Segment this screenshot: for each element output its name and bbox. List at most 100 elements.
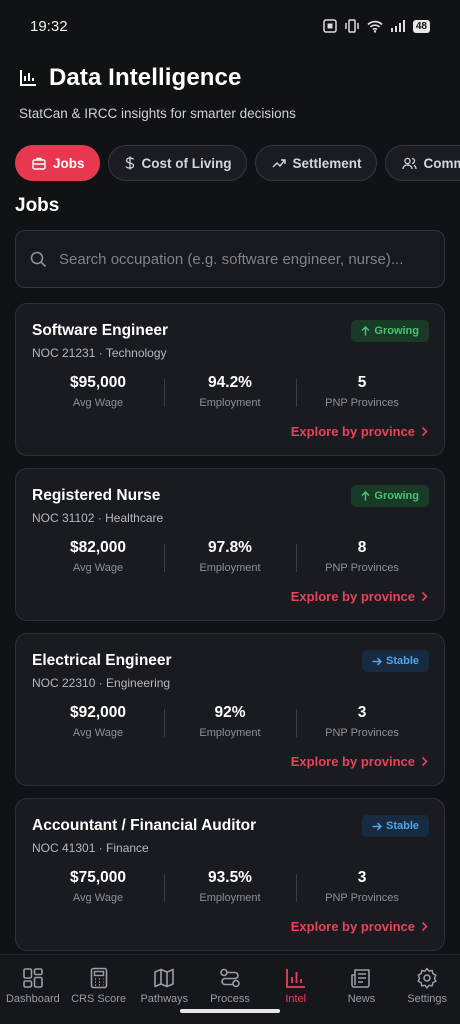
chevron-right-icon	[421, 426, 428, 437]
stat-value: 97.8%	[208, 539, 252, 556]
calculator-icon	[90, 967, 107, 989]
nav-label: Dashboard	[5, 993, 60, 1005]
nav-label: Process	[210, 993, 250, 1005]
occupation-noc: NOC 21231 · Technology	[32, 346, 167, 360]
nav-crs-score[interactable]: CRS Score	[66, 955, 132, 1024]
stat-label: PNP Provinces	[325, 397, 399, 409]
nav-settings[interactable]: Settings	[394, 955, 460, 1024]
arrow-right-icon	[372, 656, 382, 666]
tab-label: Cost of Living	[141, 155, 232, 171]
stat-employment: 94.2% Employment	[164, 374, 296, 409]
stat-pnp-provinces: 5 PNP Provinces	[296, 374, 428, 409]
map-icon	[154, 968, 175, 988]
stat-pnp-provinces: 8 PNP Provinces	[296, 539, 428, 574]
occupation-card-registered-nurse[interactable]: Registered Nurse NOC 31102 · Healthcare …	[15, 468, 445, 621]
chevron-right-icon	[421, 921, 428, 932]
nav-pathways[interactable]: Pathways	[131, 955, 197, 1024]
nav-label: CRS Score	[71, 993, 127, 1005]
stat-value: 3	[357, 869, 367, 886]
signal-icon	[390, 20, 405, 32]
stat-value: 93.5%	[208, 869, 252, 886]
briefcase-icon	[32, 157, 46, 170]
tab-jobs[interactable]: Jobs	[15, 145, 100, 181]
occupation-stats: $92,000 Avg Wage 92% Employment 3 PNP Pr…	[32, 704, 428, 739]
category-tabs: Jobs Cost of Living Settlement Community	[15, 145, 460, 182]
occupation-card-electrical-engineer[interactable]: Electrical Engineer NOC 22310 · Engineer…	[15, 633, 445, 786]
search-input[interactable]	[59, 250, 430, 268]
stat-value: $92,000	[69, 704, 127, 721]
occupation-stats: $82,000 Avg Wage 97.8% Employment 8 PNP …	[32, 539, 428, 574]
arrow-up-icon	[361, 491, 370, 501]
nav-news[interactable]: News	[329, 955, 395, 1024]
stat-value: $82,000	[69, 539, 127, 556]
stat-label: Avg Wage	[72, 727, 124, 739]
wifi-icon	[367, 20, 383, 33]
explore-by-province-link[interactable]: Explore by province	[291, 754, 428, 769]
occupation-card-accountant[interactable]: Accountant / Financial Auditor NOC 41301…	[15, 798, 445, 951]
occupation-list: Software Engineer NOC 21231 · Technology…	[15, 303, 445, 963]
page-subtitle: StatCan & IRCC insights for smarter deci…	[19, 106, 296, 121]
status-badge: Stable	[361, 650, 429, 672]
stat-label: PNP Provinces	[325, 727, 399, 739]
stat-label: Avg Wage	[72, 892, 124, 904]
process-icon	[220, 968, 240, 988]
nav-label: Settings	[407, 993, 448, 1005]
stat-label: Avg Wage	[72, 397, 124, 409]
explore-label: Explore by province	[290, 424, 415, 439]
explore-label: Explore by province	[290, 589, 415, 604]
stat-pnp-provinces: 3 PNP Provinces	[296, 869, 428, 904]
stat-value: $95,000	[69, 374, 127, 391]
stat-label: Employment	[199, 892, 261, 904]
chevron-right-icon	[421, 756, 428, 767]
status-badge-label: Stable	[385, 820, 419, 832]
tab-community[interactable]: Community	[384, 145, 460, 181]
users-icon	[401, 157, 417, 169]
stat-avg-wage: $75,000 Avg Wage	[32, 869, 164, 904]
stat-value: 3	[357, 704, 367, 721]
explore-by-province-link[interactable]: Explore by province	[291, 589, 428, 604]
dashboard-icon	[23, 968, 43, 988]
stat-pnp-provinces: 3 PNP Provinces	[296, 704, 428, 739]
search-icon	[30, 251, 47, 267]
stat-label: PNP Provinces	[325, 562, 399, 574]
page-title: Data Intelligence	[49, 64, 242, 91]
stat-label: Avg Wage	[72, 562, 124, 574]
status-badge-label: Stable	[385, 655, 419, 667]
chevron-right-icon	[421, 591, 428, 602]
stat-label: Employment	[199, 397, 261, 409]
bar-chart-icon	[285, 969, 305, 988]
occupation-stats: $75,000 Avg Wage 93.5% Employment 3 PNP …	[32, 869, 428, 904]
page-header: Data Intelligence StatCan & IRCC insight…	[19, 64, 296, 121]
tab-settlement[interactable]: Settlement	[254, 145, 377, 181]
stat-avg-wage: $82,000 Avg Wage	[32, 539, 164, 574]
status-badge: Stable	[361, 815, 429, 837]
tab-label: Jobs	[53, 155, 85, 171]
nav-process[interactable]: Process	[197, 955, 263, 1024]
arrow-up-icon	[361, 326, 370, 336]
nav-dashboard[interactable]: Dashboard	[0, 955, 66, 1024]
tab-cost-of-living[interactable]: Cost of Living	[107, 145, 247, 181]
nav-label: Intel	[285, 993, 307, 1005]
occupation-stats: $95,000 Avg Wage 94.2% Employment 5 PNP …	[32, 374, 428, 409]
status-bar: 19:32 48	[0, 0, 460, 52]
stat-avg-wage: $95,000 Avg Wage	[32, 374, 164, 409]
nav-intel[interactable]: Intel	[263, 955, 329, 1024]
nav-label: News	[347, 993, 376, 1005]
explore-by-province-link[interactable]: Explore by province	[291, 424, 428, 439]
stat-label: Employment	[199, 562, 261, 574]
nfc-icon	[323, 19, 337, 33]
status-badge: Growing	[351, 485, 429, 507]
occupation-noc: NOC 22310 · Engineering	[32, 676, 171, 690]
status-icons: 48	[323, 19, 430, 33]
search-bar[interactable]	[15, 230, 445, 288]
home-indicator[interactable]	[180, 1009, 280, 1013]
stat-employment: 93.5% Employment	[164, 869, 296, 904]
occupation-noc: NOC 41301 · Finance	[32, 841, 149, 855]
explore-by-province-link[interactable]: Explore by province	[291, 919, 428, 934]
dollar-icon	[124, 156, 134, 170]
stat-value: $75,000	[69, 869, 127, 886]
occupation-card-software-engineer[interactable]: Software Engineer NOC 21231 · Technology…	[15, 303, 445, 456]
stat-label: Employment	[199, 727, 261, 739]
explore-label: Explore by province	[290, 919, 415, 934]
stat-value: 5	[357, 374, 367, 391]
